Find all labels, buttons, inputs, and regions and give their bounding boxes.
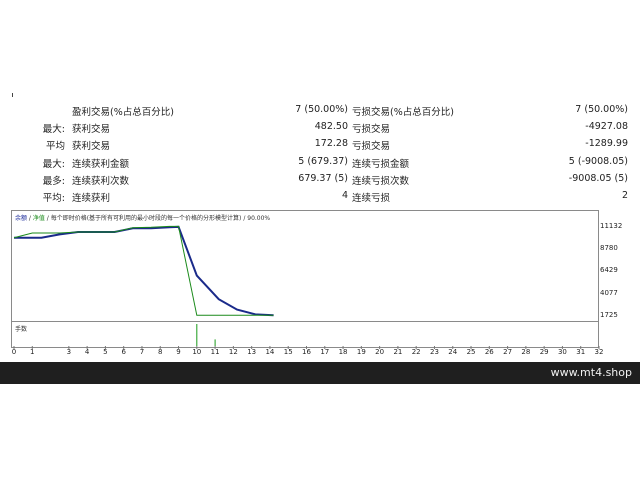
x-tick-label: 23 — [430, 348, 439, 356]
x-tick-label: 3 — [66, 348, 72, 356]
x-tick-label: 0 — [11, 348, 17, 356]
x-tick-label: 9 — [176, 348, 181, 356]
y-tick-label: 4077 — [600, 288, 618, 297]
x-tick-label: 8 — [158, 348, 163, 356]
x-tick-label: 24 — [448, 348, 458, 356]
x-tick-label: 4 — [84, 348, 90, 356]
x-tick-label: 5 — [103, 348, 108, 356]
equity-line — [13, 225, 274, 316]
site-watermark: www.mt4.shop — [550, 366, 632, 379]
x-tick-label: 30 — [557, 348, 567, 356]
x-tick-label: 10 — [192, 348, 202, 356]
x-tick-label: 27 — [503, 348, 513, 356]
x-tick-label: 11 — [210, 348, 220, 356]
balance-line — [14, 225, 274, 317]
x-tick-label: 20 — [375, 348, 385, 356]
x-tick-label: 28 — [521, 348, 531, 356]
x-tick-label: 7 — [139, 348, 145, 356]
x-tick-label: 16 — [302, 348, 311, 356]
x-tick-label: 15 — [283, 348, 293, 356]
x-tick-label: 6 — [121, 348, 126, 356]
x-tick-label: 19 — [356, 348, 366, 356]
volume-bar — [214, 339, 216, 346]
x-tick-label: 31 — [576, 348, 586, 356]
y-tick-label: 6429 — [600, 266, 618, 275]
footer-bar: www.mt4.shop — [0, 362, 640, 384]
x-tick-label: 12 — [228, 348, 238, 356]
x-tick-label: 17 — [320, 348, 330, 356]
x-tick-label: 13 — [247, 348, 257, 356]
bottom-empty-area — [0, 384, 640, 480]
x-tick-label: 29 — [539, 348, 549, 356]
y-tick-label: 8780 — [600, 244, 618, 253]
y-tick-label: 1725 — [600, 311, 618, 319]
x-tick-label: 26 — [484, 348, 494, 356]
y-tick-label: 11132 — [600, 222, 623, 230]
x-tick-label: 18 — [338, 348, 348, 356]
volume-bar — [196, 324, 198, 346]
x-tick-label: 25 — [466, 348, 476, 356]
x-tick-label: 14 — [265, 348, 275, 356]
x-tick-label: 22 — [411, 348, 421, 356]
x-tick-label: 1 — [30, 348, 35, 356]
x-axis-labels: 0 1 3 4 5 6 7 8 9 10 11 12 13 14 15 16 17 18 19 20 21 22 23 24 2… — [0, 348, 640, 362]
x-tick-label: 21 — [393, 348, 403, 356]
x-tick-label: 32 — [594, 348, 604, 356]
